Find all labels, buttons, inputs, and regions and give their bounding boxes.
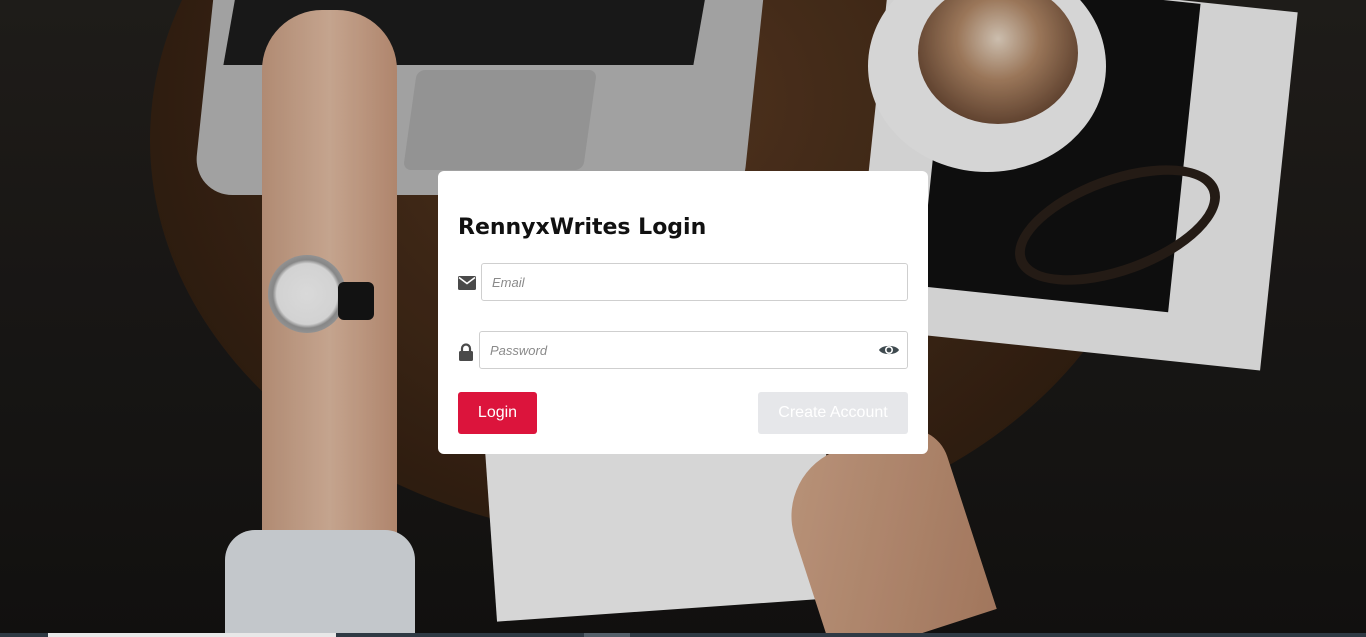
- email-field[interactable]: [481, 263, 908, 301]
- login-title: RennyxWrites Login: [458, 215, 707, 240]
- envelope-icon: [458, 274, 476, 292]
- bottom-strip-segment: [584, 633, 630, 637]
- create-account-button[interactable]: Create Account: [758, 392, 908, 434]
- lock-icon: [457, 343, 475, 361]
- eye-icon[interactable]: [877, 338, 901, 362]
- login-card: RennyxWrites Login Login Create Account: [438, 171, 928, 454]
- bottom-strip-segment: [48, 633, 336, 637]
- bottom-strip: [0, 633, 1366, 637]
- password-field[interactable]: [479, 331, 908, 369]
- login-button[interactable]: Login: [458, 392, 537, 434]
